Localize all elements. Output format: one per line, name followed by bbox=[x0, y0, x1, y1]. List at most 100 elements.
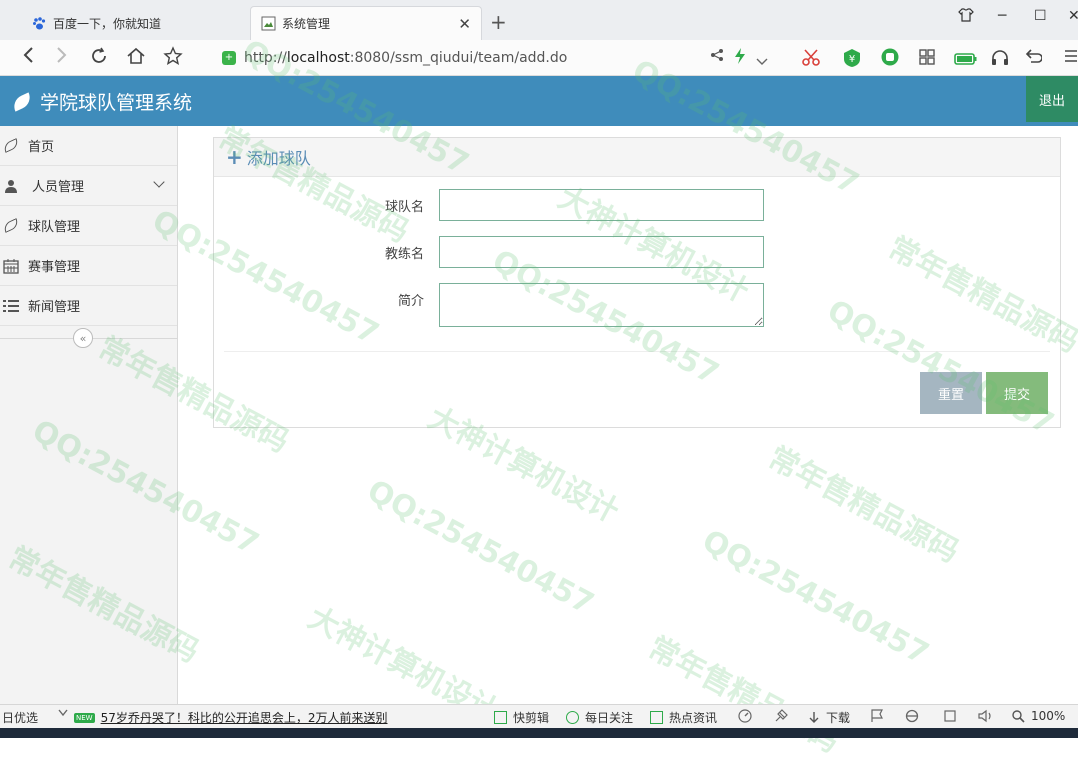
app-brand: 学院球队管理系统 bbox=[10, 88, 193, 115]
coach-name-label: 教练名 bbox=[384, 247, 424, 262]
os-taskbar bbox=[0, 728, 1078, 738]
leaf-icon bbox=[1, 218, 21, 234]
back-icon[interactable] bbox=[22, 46, 34, 69]
apps-grid-icon[interactable] bbox=[918, 48, 936, 71]
reset-button[interactable]: 重置 bbox=[920, 372, 982, 414]
status-left-text: 日优选 bbox=[2, 711, 39, 725]
close-window-icon[interactable]: ✕ bbox=[1068, 8, 1078, 24]
status-kuaijianji[interactable]: 快剪辑 bbox=[494, 709, 549, 726]
sidebar-item-personnel[interactable]: 人员管理 bbox=[0, 166, 177, 206]
logout-button[interactable]: 退出 bbox=[1026, 76, 1078, 122]
skin-icon[interactable] bbox=[958, 8, 974, 26]
tab-label: 百度一下，你就知道 bbox=[53, 16, 162, 31]
flag-icon[interactable] bbox=[870, 709, 884, 723]
browser-tab-bar: 百度一下，你就知道 系统管理 ✕ + ─ ☐ ✕ bbox=[0, 0, 1078, 40]
zoom-level: 100% bbox=[1031, 709, 1066, 723]
status-redian[interactable]: 热点资讯 bbox=[650, 709, 717, 726]
clip-icon bbox=[494, 711, 507, 724]
collapse-sidebar-button[interactable]: « bbox=[73, 328, 93, 348]
browser-status-bar: 日优选 NEW 57岁乔丹哭了！科比的公开追思会上，2万人前来送别 快剪辑 每日… bbox=[0, 704, 1078, 728]
team-name-input[interactable] bbox=[439, 189, 764, 221]
form-divider bbox=[224, 351, 1050, 352]
url-rest: :8080/ssm_qiudui/team/add.do bbox=[349, 50, 568, 66]
news-headline: 57岁乔丹哭了！科比的公开追思会上，2万人前来送别 bbox=[100, 711, 388, 725]
ie-icon[interactable] bbox=[905, 709, 919, 723]
url-prefix: http:// bbox=[244, 50, 287, 66]
minimize-icon[interactable]: ─ bbox=[998, 8, 1006, 24]
watermark-qq: QQ:254540457 bbox=[361, 473, 600, 622]
play-icon bbox=[566, 711, 579, 724]
app-title: 学院球队管理系统 bbox=[40, 92, 193, 114]
status-label: 快剪辑 bbox=[513, 711, 550, 725]
sidebar-item-label: 人员管理 bbox=[32, 180, 85, 195]
news-icon bbox=[650, 711, 663, 724]
headphones-icon[interactable] bbox=[990, 48, 1010, 71]
battery-icon[interactable] bbox=[954, 50, 978, 71]
new-badge: NEW bbox=[74, 712, 95, 723]
download-label: 下载 bbox=[826, 711, 851, 725]
sidebar-item-matches[interactable]: 赛事管理 bbox=[0, 246, 177, 286]
leaf-logo-icon bbox=[10, 91, 34, 112]
sidebar-item-label: 新闻管理 bbox=[28, 300, 81, 315]
sidebar-item-home[interactable]: 首页 bbox=[0, 126, 177, 166]
maximize-icon[interactable]: ☐ bbox=[1034, 8, 1047, 24]
status-label: 每日关注 bbox=[585, 711, 634, 725]
zoom-control[interactable]: 100% bbox=[1012, 709, 1065, 723]
watermark-text: 常年售精品源码 bbox=[642, 630, 845, 760]
lightning-icon[interactable] bbox=[734, 48, 746, 69]
status-left-label[interactable]: 日优选 bbox=[2, 709, 38, 726]
submit-button[interactable]: 提交 bbox=[986, 372, 1048, 414]
dropdown-chevron-icon[interactable] bbox=[756, 50, 768, 71]
url-host: localhost bbox=[286, 50, 350, 66]
address-bar[interactable]: + http://localhost:8080/ssm_qiudui/team/… bbox=[222, 46, 567, 70]
plus-icon: + bbox=[226, 145, 243, 169]
status-dropdown-icon[interactable] bbox=[58, 709, 68, 717]
chevron-down-icon bbox=[153, 176, 165, 188]
sidebar-item-label: 赛事管理 bbox=[28, 260, 81, 275]
scissors-icon[interactable] bbox=[802, 48, 820, 71]
watermark-qq: QQ:254540457 bbox=[696, 523, 935, 672]
leaf-icon bbox=[1, 138, 21, 154]
user-icon bbox=[2, 178, 20, 194]
browser-tab-system[interactable]: 系统管理 ✕ bbox=[250, 6, 482, 40]
watermark-text: 常年售精品源码 bbox=[762, 440, 965, 570]
svg-text:¥: ¥ bbox=[849, 54, 855, 65]
undo-icon[interactable] bbox=[1024, 48, 1043, 71]
sidebar-item-news[interactable]: 新闻管理 bbox=[0, 286, 177, 326]
window-icon[interactable] bbox=[943, 709, 957, 723]
app-header: 学院球队管理系统 退出 bbox=[0, 76, 1078, 126]
add-team-panel: + 添加球队 球队名 教练名 简介 重置 提交 bbox=[213, 137, 1061, 428]
sidebar: 首页 人员管理 球队管理 赛事管理 新闻管理 « bbox=[0, 126, 178, 704]
yen-badge-icon[interactable]: ¥ bbox=[842, 48, 862, 73]
team-name-label: 球队名 bbox=[384, 200, 424, 215]
menu-icon[interactable] bbox=[1064, 48, 1078, 69]
refresh-icon[interactable] bbox=[89, 46, 109, 71]
list-icon bbox=[2, 298, 20, 314]
status-news-link[interactable]: NEW 57岁乔丹哭了！科比的公开追思会上，2万人前来送别 bbox=[74, 709, 388, 726]
new-tab-icon[interactable]: + bbox=[490, 10, 507, 34]
coach-name-input[interactable] bbox=[439, 236, 764, 268]
browser-tab-baidu[interactable]: 百度一下，你就知道 bbox=[22, 6, 252, 40]
calendar-icon bbox=[2, 258, 20, 274]
bookmark-star-icon[interactable] bbox=[163, 46, 183, 71]
intro-textarea[interactable] bbox=[439, 283, 764, 327]
panel-header: + 添加球队 bbox=[214, 138, 1060, 177]
volume-icon[interactable] bbox=[978, 709, 994, 723]
pin-icon[interactable] bbox=[774, 709, 788, 723]
close-icon[interactable]: ✕ bbox=[458, 15, 471, 33]
tab-label: 系统管理 bbox=[282, 17, 331, 31]
share-icon[interactable] bbox=[710, 48, 724, 66]
speed-icon[interactable] bbox=[738, 709, 752, 723]
intro-label: 简介 bbox=[397, 294, 424, 309]
forward-icon[interactable] bbox=[56, 46, 68, 69]
green-circle-icon[interactable] bbox=[880, 47, 900, 72]
status-download[interactable]: 下载 bbox=[808, 709, 850, 726]
sidebar-item-label: 首页 bbox=[28, 140, 55, 155]
browser-toolbar: + http://localhost:8080/ssm_qiudui/team/… bbox=[0, 40, 1078, 76]
home-icon[interactable] bbox=[126, 46, 146, 71]
status-meiri[interactable]: 每日关注 bbox=[566, 709, 633, 726]
secure-shield-icon: + bbox=[222, 51, 236, 65]
status-label: 热点资讯 bbox=[669, 711, 718, 725]
page-favicon-icon bbox=[261, 16, 276, 31]
sidebar-item-teams[interactable]: 球队管理 bbox=[0, 206, 177, 246]
